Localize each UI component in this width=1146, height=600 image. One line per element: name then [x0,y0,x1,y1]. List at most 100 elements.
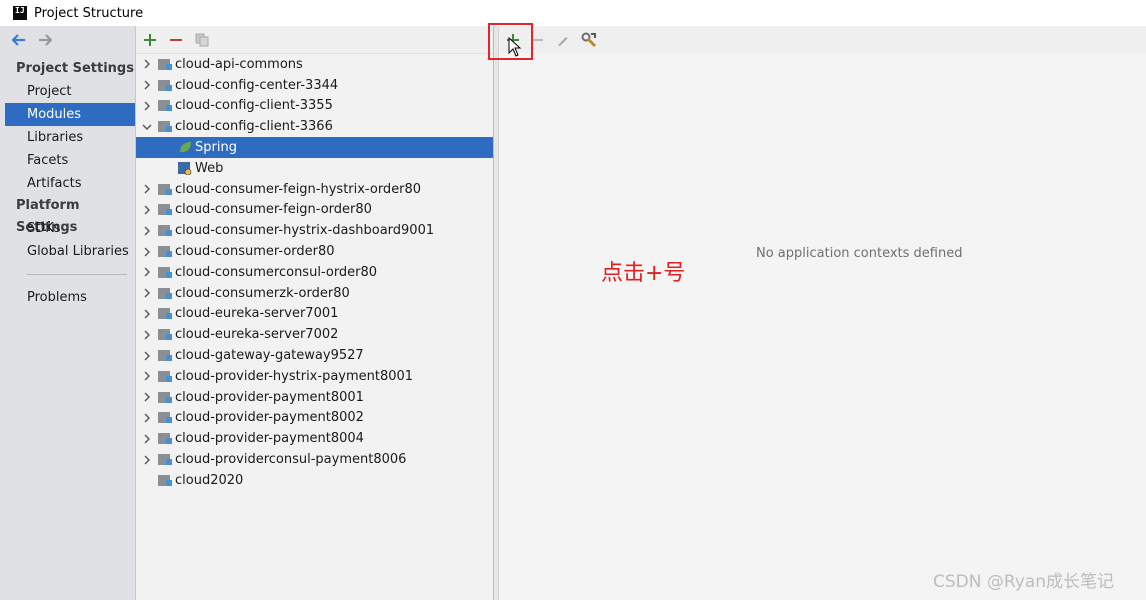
module-item[interactable]: cloud-config-client-3355 [136,96,493,117]
nav-history-bar [0,26,135,54]
tree-item-label: cloud-config-client-3355 [175,98,333,114]
module-folder-icon [158,99,173,112]
module-item[interactable]: cloud-consumer-feign-order80 [136,200,493,221]
tree-item-label: cloud-config-center-3344 [175,77,339,93]
web-facet-icon [178,161,193,176]
tree-item-label: cloud2020 [175,472,244,488]
module-folder-icon [158,79,173,92]
module-folder-icon [158,58,173,71]
sidebar-item-facets[interactable]: Facets [0,149,135,172]
chevron-right-icon[interactable] [136,455,158,465]
module-item[interactable]: cloud-api-commons [136,54,493,75]
chevron-right-icon[interactable] [136,392,158,402]
sidebar-item-libraries[interactable]: Libraries [0,126,135,149]
sidebar-divider [27,274,127,275]
module-folder-icon [158,183,173,196]
chevron-right-icon[interactable] [136,247,158,257]
module-item[interactable]: cloud-eureka-server7001 [136,304,493,325]
modules-toolbar [136,26,493,54]
sidebar-item-artifacts[interactable]: Artifacts [0,172,135,195]
project-settings-header: Project Settings [16,61,134,76]
annotation-text: 点击+号 [601,261,686,286]
chevron-right-icon[interactable] [136,330,158,340]
module-item[interactable]: cloud-config-center-3344 [136,75,493,96]
tools-wrench-icon[interactable] [581,32,597,48]
module-item[interactable]: cloud2020 [136,470,493,491]
tree-item-label: cloud-consumer-order80 [175,244,335,260]
facet-item-spring[interactable]: Spring [136,137,493,158]
sidebar-item-global-libraries[interactable]: Global Libraries [0,240,135,263]
module-item[interactable]: cloud-provider-payment8002 [136,408,493,429]
module-item[interactable]: cloud-consumerconsul-order80 [136,262,493,283]
settings-sidebar: Project Settings Project Modules Libraries… [0,26,136,600]
mouse-cursor-icon [508,37,522,57]
chevron-down-icon[interactable] [136,123,158,131]
module-item[interactable]: cloud-consumer-hystrix-dashboard9001 [136,220,493,241]
copy-icon[interactable] [194,32,210,48]
sidebar-item-modules[interactable]: Modules [5,103,135,126]
remove-icon[interactable] [168,32,184,48]
facet-item-web[interactable]: Web [136,158,493,179]
tree-item-label: cloud-consumer-feign-hystrix-order80 [175,181,422,197]
module-folder-icon [158,432,173,445]
module-folder-icon [158,245,173,258]
tree-item-label: cloud-provider-payment8001 [175,389,364,405]
add-icon[interactable] [142,32,158,48]
module-item[interactable]: cloud-consumer-feign-hystrix-order80 [136,179,493,200]
module-folder-icon [158,120,173,133]
add-button-highlight [488,23,533,60]
chevron-right-icon[interactable] [136,59,158,69]
tree-item-label: cloud-provider-payment8002 [175,410,364,426]
tree-item-label: cloud-eureka-server7002 [175,327,339,343]
watermark: CSDN @Ryan成长笔记 [933,572,1115,592]
module-item[interactable]: cloud-providerconsul-payment8006 [136,449,493,470]
sidebar-item-project[interactable]: Project [0,80,135,103]
chevron-right-icon[interactable] [136,309,158,319]
module-item[interactable]: cloud-gateway-gateway9527 [136,345,493,366]
tree-item-label: cloud-consumerconsul-order80 [175,264,378,280]
module-folder-icon [158,411,173,424]
tree-item-label: Web [195,160,224,176]
chevron-right-icon[interactable] [136,288,158,298]
tree-item-label: cloud-gateway-gateway9527 [175,348,364,364]
module-folder-icon [158,391,173,404]
spring-toolbar [499,26,1146,53]
module-folder-icon [158,474,173,487]
chevron-right-icon[interactable] [136,267,158,277]
module-item[interactable]: cloud-consumer-order80 [136,241,493,262]
chevron-right-icon[interactable] [136,413,158,423]
module-item[interactable]: cloud-config-client-3366 [136,116,493,137]
tree-item-label: cloud-providerconsul-payment8006 [175,452,407,468]
modules-tree: cloud-api-commons cloud-config-center-334… [136,54,493,491]
module-folder-icon [158,307,173,320]
chevron-right-icon[interactable] [136,434,158,444]
tree-item-label: cloud-consumerzk-order80 [175,285,350,301]
forward-arrow-icon[interactable] [38,33,52,47]
tree-item-label: cloud-consumer-hystrix-dashboard9001 [175,223,435,239]
chevron-right-icon[interactable] [136,351,158,361]
tree-item-label: cloud-api-commons [175,56,303,72]
chevron-right-icon[interactable] [136,226,158,236]
module-item[interactable]: cloud-provider-payment8004 [136,428,493,449]
spring-leaf-icon [178,141,193,154]
chevron-right-icon[interactable] [136,101,158,111]
tree-item-label: cloud-config-client-3366 [175,119,333,135]
edit-pencil-icon[interactable] [555,32,571,48]
chevron-right-icon[interactable] [136,205,158,215]
tree-item-label: cloud-consumer-feign-order80 [175,202,372,218]
chevron-right-icon[interactable] [136,371,158,381]
tree-item-label: cloud-provider-payment8004 [175,431,364,447]
module-item[interactable]: cloud-provider-hystrix-payment8001 [136,366,493,387]
chevron-right-icon[interactable] [136,80,158,90]
module-folder-icon [158,328,173,341]
module-item[interactable]: cloud-eureka-server7002 [136,324,493,345]
chevron-right-icon[interactable] [136,184,158,194]
title-bar: IJ Project Structure [0,0,1146,26]
back-arrow-icon[interactable] [12,33,26,47]
sidebar-item-problems[interactable]: Problems [0,286,135,309]
platform-settings-header: Platform Settings [16,198,80,235]
tree-item-label: Spring [195,140,237,156]
module-item[interactable]: cloud-consumerzk-order80 [136,283,493,304]
module-folder-icon [158,453,173,466]
module-item[interactable]: cloud-provider-payment8001 [136,387,493,408]
